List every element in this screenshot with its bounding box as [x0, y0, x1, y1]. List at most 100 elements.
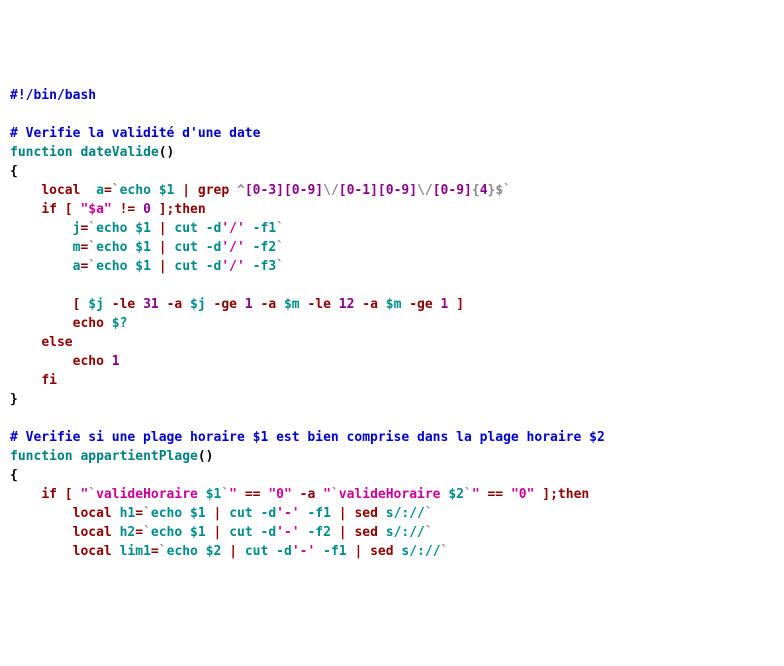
- var-a: a: [96, 183, 104, 198]
- cmd-sed: sed: [354, 525, 377, 540]
- equals: =: [151, 544, 159, 559]
- cmd-echo: echo: [73, 354, 104, 369]
- keyword-if: if [: [41, 202, 72, 217]
- flag-f: -f1: [307, 506, 330, 521]
- comment: # Verifie la validité d'une date: [10, 126, 260, 141]
- sed-expr: s/://: [386, 525, 425, 540]
- brace-close: }: [10, 392, 18, 407]
- dollar: $: [495, 183, 503, 198]
- equals: =: [135, 506, 143, 521]
- arg: $1: [135, 259, 151, 274]
- delim: '/': [221, 240, 244, 255]
- backtick: `: [88, 259, 96, 274]
- pipe: |: [159, 221, 167, 236]
- equals: =: [104, 183, 112, 198]
- op-le: -le: [307, 297, 330, 312]
- keyword-else: else: [41, 335, 72, 350]
- brace-open: {: [10, 164, 18, 179]
- backtick: `: [88, 240, 96, 255]
- zero: "0": [511, 487, 534, 502]
- backtick: `: [159, 544, 167, 559]
- equals: =: [135, 525, 143, 540]
- cmd-cut: cut: [174, 259, 197, 274]
- cmd-cut: cut: [174, 221, 197, 236]
- op-a: -a: [300, 487, 316, 502]
- backtick: `: [464, 487, 472, 502]
- backtick: `: [88, 487, 96, 502]
- op-eq: ==: [245, 487, 261, 502]
- flag-d: -d: [206, 221, 222, 236]
- function-name: appartientPlage: [80, 449, 197, 464]
- caret: ^: [237, 183, 245, 198]
- quote: ": [472, 487, 480, 502]
- pipe: |: [339, 506, 347, 521]
- backtick: `: [221, 487, 229, 502]
- cmd-cut: cut: [174, 240, 197, 255]
- arg: $1: [159, 183, 175, 198]
- parens: (): [159, 145, 175, 160]
- cmd-valideHoraire: valideHoraire: [96, 487, 198, 502]
- exit-status: $?: [112, 316, 128, 331]
- num-31: 31: [143, 297, 159, 312]
- num-1: 1: [441, 297, 449, 312]
- op-le: -le: [112, 297, 135, 312]
- cmd-echo: echo: [96, 240, 127, 255]
- flag-d: -d: [261, 525, 277, 540]
- cmd-sed: sed: [354, 506, 377, 521]
- backtick: `: [503, 183, 511, 198]
- quote: ": [323, 487, 331, 502]
- cmd-echo: echo: [120, 183, 151, 198]
- arg: $1: [135, 240, 151, 255]
- cmd-cut: cut: [229, 525, 252, 540]
- backtick: `: [276, 259, 284, 274]
- parens: (): [198, 449, 214, 464]
- test-close: ]: [456, 297, 464, 312]
- regex: [0-9]: [433, 183, 472, 198]
- num-12: 12: [339, 297, 355, 312]
- flag-d: -d: [206, 259, 222, 274]
- backtick: `: [425, 525, 433, 540]
- delim: '-': [276, 525, 299, 540]
- op-ne: !=: [120, 202, 136, 217]
- backtick: `: [425, 506, 433, 521]
- quote: ": [229, 487, 237, 502]
- flag-d: -d: [206, 240, 222, 255]
- arg: $1: [190, 506, 206, 521]
- var-j: $j: [190, 297, 206, 312]
- var-h2: h2: [120, 525, 136, 540]
- op-a: -a: [261, 297, 277, 312]
- keyword-then: ];then: [542, 487, 589, 502]
- keyword-if: if [: [41, 487, 72, 502]
- arg: $1: [190, 525, 206, 540]
- escape: \/: [417, 183, 433, 198]
- var-m: $m: [386, 297, 402, 312]
- sed-expr: s/://: [386, 506, 425, 521]
- backtick: `: [143, 506, 151, 521]
- op-ge: -ge: [409, 297, 432, 312]
- num-1: 1: [245, 297, 253, 312]
- var-lim1: lim1: [120, 544, 151, 559]
- shebang: #!/bin/bash: [10, 88, 96, 103]
- arg: $1: [206, 487, 222, 502]
- escape: \/: [323, 183, 339, 198]
- pipe: |: [159, 240, 167, 255]
- keyword-local: local: [73, 506, 112, 521]
- flag-f: -f2: [253, 240, 276, 255]
- flag-f: -f3: [253, 259, 276, 274]
- flag-f: -f1: [253, 221, 276, 236]
- cmd-echo: echo: [151, 506, 182, 521]
- backtick: `: [276, 221, 284, 236]
- keyword-function: function: [10, 145, 73, 160]
- cmd-echo: echo: [96, 259, 127, 274]
- keyword-function: function: [10, 449, 73, 464]
- backtick: `: [88, 221, 96, 236]
- function-name: dateValide: [80, 145, 158, 160]
- pipe: |: [354, 544, 362, 559]
- arg: $2: [448, 487, 464, 502]
- test-open: [: [73, 297, 81, 312]
- zero: "0": [268, 487, 291, 502]
- pipe: |: [229, 544, 237, 559]
- flag-f: -f2: [307, 525, 330, 540]
- brace: {: [472, 183, 480, 198]
- backtick: `: [143, 525, 151, 540]
